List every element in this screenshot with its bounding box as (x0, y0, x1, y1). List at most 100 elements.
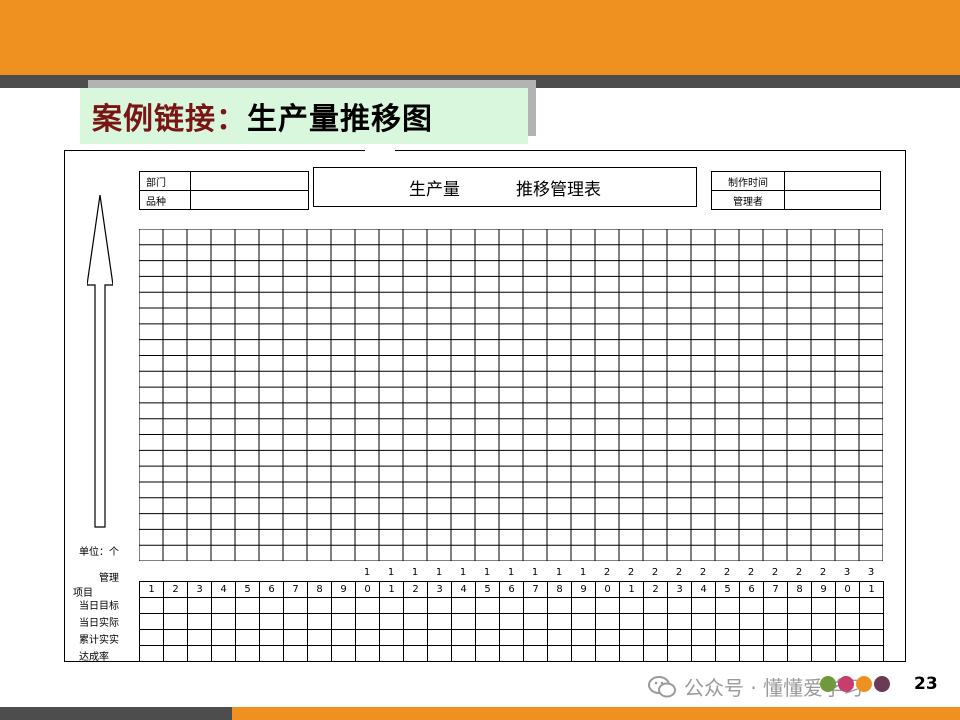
daily-cell[interactable] (547, 613, 572, 630)
daily-cell[interactable] (379, 613, 404, 630)
daily-cell[interactable] (139, 597, 164, 614)
daily-cell[interactable] (595, 613, 620, 630)
daily-cell[interactable] (403, 645, 428, 662)
daily-cell[interactable] (283, 613, 308, 630)
daily-cell[interactable] (451, 645, 476, 662)
daily-cell[interactable] (643, 645, 668, 662)
daily-cell[interactable] (739, 613, 764, 630)
daily-cell[interactable] (691, 597, 716, 614)
daily-cell[interactable] (787, 597, 812, 614)
daily-cell[interactable] (547, 597, 572, 614)
daily-cell[interactable] (355, 645, 380, 662)
daily-cell[interactable] (139, 613, 164, 630)
daily-cell[interactable] (643, 597, 668, 614)
daily-cell[interactable] (739, 597, 764, 614)
daily-cell[interactable] (331, 629, 356, 646)
daily-cell[interactable] (667, 613, 692, 630)
daily-cell[interactable] (427, 629, 452, 646)
daily-cell[interactable] (427, 645, 452, 662)
daily-cell[interactable] (163, 645, 188, 662)
daily-cell[interactable] (763, 613, 788, 630)
daily-cell[interactable] (403, 629, 428, 646)
daily-cell[interactable] (475, 613, 500, 630)
daily-cell[interactable] (499, 629, 524, 646)
daily-cell[interactable] (235, 645, 260, 662)
daily-cell[interactable] (763, 629, 788, 646)
daily-cell[interactable] (499, 597, 524, 614)
daily-cell[interactable] (739, 629, 764, 646)
daily-cell[interactable] (307, 613, 332, 630)
daily-cell[interactable] (715, 613, 740, 630)
daily-cell[interactable] (475, 629, 500, 646)
daily-cell[interactable] (307, 645, 332, 662)
daily-cell[interactable] (811, 645, 836, 662)
daily-cell[interactable] (187, 597, 212, 614)
daily-cell[interactable] (691, 613, 716, 630)
daily-cell[interactable] (739, 645, 764, 662)
daily-cell[interactable] (835, 629, 860, 646)
daily-cell[interactable] (259, 613, 284, 630)
daily-cell[interactable] (283, 629, 308, 646)
daily-cell[interactable] (787, 645, 812, 662)
daily-cell[interactable] (619, 613, 644, 630)
daily-cell[interactable] (355, 629, 380, 646)
daily-cell[interactable] (451, 597, 476, 614)
daily-cell[interactable] (235, 613, 260, 630)
daily-cell[interactable] (571, 613, 596, 630)
daily-cell[interactable] (331, 645, 356, 662)
daily-cell[interactable] (691, 645, 716, 662)
daily-cell[interactable] (763, 645, 788, 662)
daily-cell[interactable] (259, 645, 284, 662)
daily-cell[interactable] (163, 613, 188, 630)
daily-cell[interactable] (235, 597, 260, 614)
made-time-value[interactable] (784, 171, 881, 191)
daily-cell[interactable] (187, 629, 212, 646)
daily-cell[interactable] (787, 629, 812, 646)
daily-cell[interactable] (859, 645, 884, 662)
daily-cell[interactable] (595, 629, 620, 646)
daily-cell[interactable] (763, 597, 788, 614)
daily-cell[interactable] (379, 629, 404, 646)
manager-value[interactable] (784, 190, 881, 210)
daily-cell[interactable] (211, 645, 236, 662)
daily-cell[interactable] (499, 613, 524, 630)
daily-cell[interactable] (427, 613, 452, 630)
daily-cell[interactable] (211, 613, 236, 630)
daily-cell[interactable] (283, 597, 308, 614)
daily-cell[interactable] (163, 629, 188, 646)
daily-cell[interactable] (403, 597, 428, 614)
daily-cell[interactable] (427, 597, 452, 614)
daily-cell[interactable] (595, 645, 620, 662)
daily-cell[interactable] (643, 629, 668, 646)
daily-cell[interactable] (187, 613, 212, 630)
daily-cell[interactable] (547, 629, 572, 646)
daily-cell[interactable] (307, 597, 332, 614)
daily-cell[interactable] (307, 629, 332, 646)
daily-cell[interactable] (475, 645, 500, 662)
daily-cell[interactable] (475, 597, 500, 614)
daily-cell[interactable] (547, 645, 572, 662)
daily-cell[interactable] (523, 645, 548, 662)
daily-cell[interactable] (403, 613, 428, 630)
daily-cell[interactable] (811, 629, 836, 646)
daily-cell[interactable] (187, 645, 212, 662)
daily-cell[interactable] (571, 629, 596, 646)
daily-cell[interactable] (355, 597, 380, 614)
daily-cell[interactable] (595, 597, 620, 614)
daily-cell[interactable] (859, 613, 884, 630)
daily-cell[interactable] (619, 597, 644, 614)
daily-cell[interactable] (451, 613, 476, 630)
daily-cell[interactable] (259, 597, 284, 614)
daily-cell[interactable] (667, 645, 692, 662)
daily-cell[interactable] (139, 629, 164, 646)
daily-cell[interactable] (811, 597, 836, 614)
daily-cell[interactable] (859, 629, 884, 646)
daily-cell[interactable] (139, 645, 164, 662)
daily-cell[interactable] (163, 597, 188, 614)
daily-cell[interactable] (259, 629, 284, 646)
daily-cell[interactable] (331, 613, 356, 630)
daily-cell[interactable] (715, 645, 740, 662)
daily-cell[interactable] (571, 645, 596, 662)
daily-cell[interactable] (667, 597, 692, 614)
daily-cell[interactable] (667, 629, 692, 646)
